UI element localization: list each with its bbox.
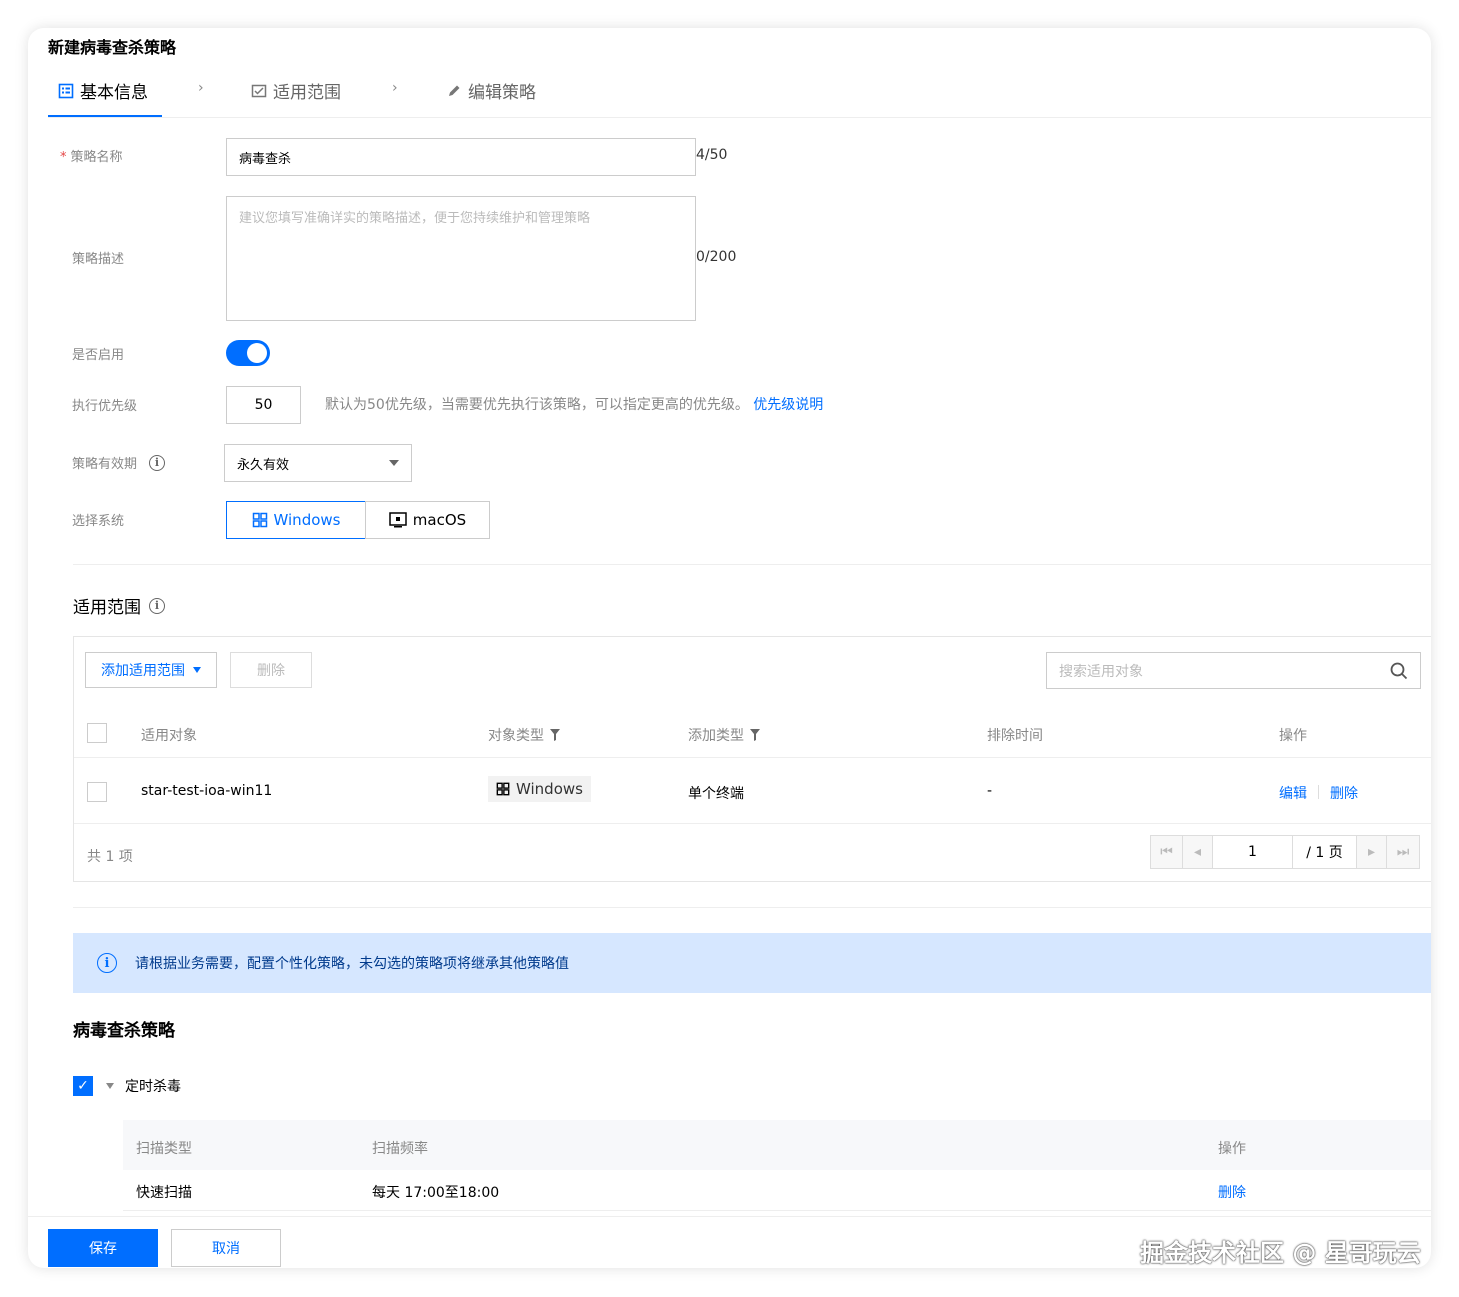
info-icon[interactable]: i <box>149 454 166 471</box>
required-mark: * <box>60 150 67 165</box>
steps-divider <box>48 117 1431 118</box>
row-exclude-time: - <box>987 783 993 799</box>
add-scope-button[interactable]: 添加适用范围 <box>85 652 217 688</box>
policy-desc-textarea[interactable]: 建议您填写准确详实的策略描述，便于您持续维护和管理策略 <box>226 196 696 321</box>
dialog-title: 新建病毒查杀策略 <box>48 38 177 57</box>
policy-desc-label: 策略描述 <box>72 252 125 267</box>
row-add-type: 单个终端 <box>688 786 744 802</box>
desc-counter: 0/200 <box>696 249 737 265</box>
column-header-scan-type: 扫描类型 <box>136 1141 192 1157</box>
filter-icon[interactable] <box>750 729 760 741</box>
info-icon: i <box>97 953 117 973</box>
new-policy-dialog: 新建病毒查杀策略 基本信息 › 适用范围 › 编辑策略 * 策略名称 病毒查杀 4… <box>28 28 1431 1268</box>
monitor-icon <box>389 512 407 528</box>
priority-hint: 默认为50优先级，当需要优先执行该策略，可以指定更高的优先级。 优先级说明 <box>325 397 824 413</box>
enable-label: 是否启用 <box>72 348 125 363</box>
row-checkbox[interactable] <box>87 782 107 802</box>
watermark: 掘金技术社区 @ 星哥玩云 <box>1140 1239 1421 1267</box>
name-counter: 4/50 <box>696 147 728 163</box>
column-header-exclude-time: 排除时间 <box>987 728 1043 744</box>
toggle-knob <box>247 343 267 363</box>
page-total: / 1 页 <box>1293 836 1357 868</box>
column-header-action: 操作 <box>1218 1141 1246 1157</box>
column-header-type[interactable]: 对象类型 <box>488 725 560 745</box>
next-page-icon[interactable]: ▸ <box>1357 836 1387 868</box>
enable-toggle[interactable] <box>226 340 270 366</box>
pagination: ⏮ ◂ 1 / 1 页 ▸ ⏭ <box>1150 835 1420 869</box>
windows-icon <box>252 512 267 528</box>
priority-label: 执行优先级 <box>72 399 138 414</box>
section-divider <box>73 907 1431 908</box>
column-header-target: 适用对象 <box>141 728 197 744</box>
scheduled-scan-label: 定时杀毒 <box>125 1079 181 1095</box>
page-number-input[interactable]: 1 <box>1213 836 1293 868</box>
expand-arrow-icon[interactable] <box>106 1083 114 1089</box>
step-label: 适用范围 <box>273 83 341 103</box>
column-header-add-type[interactable]: 添加类型 <box>688 725 760 745</box>
validity-label: 策略有效期 i <box>72 453 166 472</box>
link-separator <box>1318 785 1319 799</box>
row-divider <box>74 823 1431 824</box>
caret-down-icon <box>389 460 399 466</box>
list-icon <box>58 83 74 98</box>
row-target: star-test-ioa-win11 <box>141 783 273 799</box>
os-tag: Windows <box>488 776 591 802</box>
save-button[interactable]: 保存 <box>48 1229 158 1267</box>
first-page-icon[interactable]: ⏮ <box>1151 836 1183 868</box>
policy-name-input[interactable]: 病毒查杀 <box>226 138 696 176</box>
last-page-icon[interactable]: ⏭ <box>1387 836 1419 868</box>
delete-scope-button[interactable]: 删除 <box>230 652 312 688</box>
os-windows-button[interactable]: Windows <box>226 501 366 539</box>
step-edit-policy[interactable]: 编辑策略 <box>446 78 536 103</box>
info-icon[interactable]: i <box>149 597 165 614</box>
scheduled-scan-checkbox[interactable]: ✓ <box>73 1076 93 1096</box>
scope-search-input[interactable]: 搜索适用对象 <box>1046 652 1421 689</box>
os-label: 选择系统 <box>72 514 125 529</box>
os-macos-button[interactable]: macOS <box>365 501 490 539</box>
windows-icon <box>496 782 510 796</box>
scan-delete-link[interactable]: 删除 <box>1218 1182 1246 1202</box>
pencil-icon <box>449 85 460 96</box>
step-basic-info[interactable]: 基本信息 <box>58 78 148 103</box>
column-header-action: 操作 <box>1279 728 1307 744</box>
caret-down-icon <box>193 667 201 673</box>
search-icon[interactable] <box>1390 662 1408 680</box>
scan-frequency-cell: 每天 17:00至18:00 <box>372 1185 500 1201</box>
validity-value: 永久有效 <box>237 457 290 473</box>
step-label: 基本信息 <box>80 83 148 103</box>
policy-section-title: 病毒查杀策略 <box>73 1021 175 1041</box>
select-all-checkbox[interactable] <box>87 723 107 743</box>
scan-type-cell: 快速扫描 <box>136 1185 192 1201</box>
scope-icon <box>251 84 267 97</box>
row-type: Windows <box>488 776 591 802</box>
policy-name-label: * 策略名称 <box>60 150 123 165</box>
priority-input[interactable]: 50 <box>226 386 301 424</box>
prev-page-icon[interactable]: ◂ <box>1183 836 1213 868</box>
chevron-right-icon: › <box>392 80 398 96</box>
priority-help-link[interactable]: 优先级说明 <box>753 397 823 413</box>
chevron-right-icon: › <box>198 80 204 96</box>
filter-icon[interactable] <box>550 729 560 741</box>
scope-section-title: 适用范围 i <box>73 593 165 618</box>
total-count: 共 1 项 <box>87 849 133 865</box>
column-header-frequency: 扫描频率 <box>372 1141 428 1157</box>
info-notice: i 请根据业务需要，配置个性化策略，未勾选的策略项将继承其他策略值 <box>73 933 1431 993</box>
validity-select[interactable]: 永久有效 <box>224 444 412 482</box>
row-edit-link[interactable]: 编辑 <box>1279 783 1307 803</box>
cancel-button[interactable]: 取消 <box>171 1229 281 1267</box>
table-header-divider <box>74 757 1431 758</box>
section-divider <box>73 564 1431 565</box>
step-label: 编辑策略 <box>468 83 536 103</box>
footer-divider <box>28 1216 1431 1217</box>
row-delete-link[interactable]: 删除 <box>1330 783 1358 803</box>
step-scope[interactable]: 适用范围 <box>251 78 341 103</box>
row-divider <box>123 1210 1431 1211</box>
scope-panel: 添加适用范围 删除 搜索适用对象 适用对象 对象类型 添加类型 排除时间 操作 … <box>73 636 1431 882</box>
